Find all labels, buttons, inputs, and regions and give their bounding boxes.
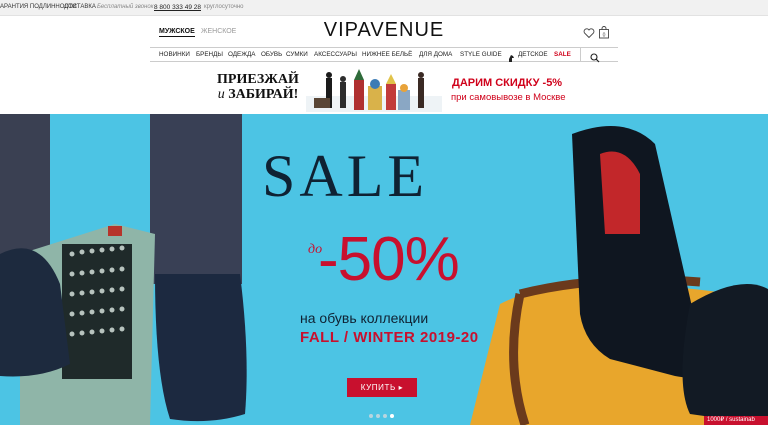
promo-headline: ПРИЕЗЖАЙ и ЗАБИРАЙ! — [212, 72, 304, 102]
nav-item-sale[interactable]: SALE — [554, 51, 571, 58]
promo-line-2: ЗАБИРАЙ! — [228, 87, 299, 102]
free-call-label: Бесплатный звонок — [97, 4, 154, 10]
nav-divider — [580, 48, 581, 61]
promo-offer-sub: при самовывозе в Москве — [451, 92, 566, 103]
buy-button[interactable]: КУПИТЬ ▸ — [347, 378, 417, 397]
promo-offer: ДАРИМ СКИДКУ -5% — [452, 77, 563, 89]
site-logo[interactable]: VIPAVENUE — [0, 19, 768, 42]
hero-percent: -50% — [318, 225, 460, 294]
carousel-dot[interactable] — [383, 414, 387, 418]
carousel-dot-active[interactable] — [390, 414, 394, 418]
main-nav: НОВИНКИ БРЕНДЫ ОДЕЖДА ОБУВЬ СУМКИ АКСЕСС… — [150, 47, 618, 63]
hours-label: круглосуточно — [204, 4, 244, 10]
cart-count: 0 — [603, 32, 606, 38]
nav-item-new[interactable]: НОВИНКИ — [159, 51, 190, 58]
phone-link[interactable]: 8 800 333 49 28 — [154, 4, 201, 11]
hero-banner[interactable]: SALE до -50% на обувь коллекции FALL / W… — [0, 114, 768, 425]
nav-item-bags[interactable]: СУМКИ — [286, 51, 308, 58]
nav-item-home[interactable]: ДЛЯ ДОМА — [419, 51, 452, 58]
nav-item-underwear[interactable]: НИЖНЕЕ БЕЛЬЁ — [362, 51, 412, 58]
nav-item-clothing[interactable]: ОДЕЖДА — [228, 51, 256, 58]
hero-collection: FALL / WINTER 2019-20 — [300, 329, 479, 346]
nav-item-shoes[interactable]: ОБУВЬ — [261, 51, 282, 58]
top-utility-bar: АРАНТИЯ ПОДЛИННОСТИ ДОСТАВКА Бесплатный … — [0, 0, 768, 16]
nav-item-accessories[interactable]: АКСЕССУАРЫ — [314, 51, 357, 58]
promo-line-1: ПРИЕЗЖАЙ — [217, 72, 299, 87]
bag-icon[interactable]: 0 — [598, 26, 610, 39]
nav-item-brands[interactable]: БРЕНДЫ — [196, 51, 223, 58]
delivery-link[interactable]: ДОСТАВКА — [64, 4, 96, 10]
promo-banner[interactable]: ПРИЕЗЖАЙ и ЗАБИРАЙ! ДАРИМ СКИДКУ -5% при… — [0, 63, 768, 114]
heart-icon[interactable] — [583, 26, 595, 39]
carousel-dot[interactable] — [376, 414, 380, 418]
corner-badge[interactable]: 1000₽ / sustainab — [704, 416, 768, 425]
nav-item-kids[interactable]: ДЕТСКОЕ — [518, 51, 548, 58]
hero-subtitle: на обувь коллекции — [300, 310, 429, 326]
chevron-right-icon: ▸ — [398, 383, 404, 392]
promo-line-2-italic: и — [217, 87, 225, 102]
moscow-illustration — [306, 69, 442, 112]
carousel-dot[interactable] — [369, 414, 373, 418]
nav-item-style-guide[interactable]: STYLE GUIDE — [460, 51, 502, 58]
carousel-dots — [369, 414, 397, 420]
hero-title: SALE — [262, 143, 428, 209]
